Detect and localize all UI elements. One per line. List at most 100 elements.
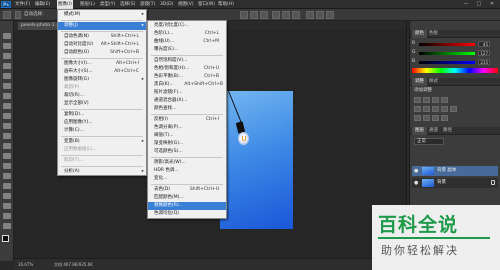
crop-tool-icon[interactable] (3, 73, 11, 79)
document-canvas[interactable] (220, 91, 293, 229)
color-ramp[interactable] (412, 68, 498, 73)
submenu-item-photo-filter[interactable]: 照片滤镜(F)... (148, 89, 226, 97)
path-select-tool-icon[interactable] (3, 193, 11, 199)
blur-tool-icon[interactable] (3, 153, 11, 159)
channel-value-input[interactable]: 215 (478, 59, 490, 65)
submenu-item-selective-color[interactable]: 可选颜色(S)... (148, 148, 226, 156)
dodge-tool-icon[interactable] (3, 163, 11, 169)
tab-swatches[interactable]: 色板 (426, 30, 441, 38)
blend-mode-select[interactable]: 正常 (414, 138, 444, 145)
submenu-item-gradient-map[interactable]: 渐变映射(G)... (148, 140, 226, 148)
submenu-item-equalize[interactable]: 色调均化(Q) (148, 210, 226, 218)
minimize-icon[interactable]: — (460, 0, 472, 9)
submenu-item-levels[interactable]: 色阶(L)... Ctrl+L (148, 30, 226, 38)
clone-stamp-tool-icon[interactable] (3, 113, 11, 119)
align-icon[interactable] (260, 11, 268, 19)
menu-item-calculations[interactable]: 计算(C)... (58, 127, 146, 135)
menu-3d[interactable]: 3D(D) (160, 0, 173, 9)
shape-tool-icon[interactable] (3, 203, 11, 209)
exposure-adjust-icon[interactable] (441, 97, 448, 103)
menu-item-variables[interactable]: 变量(B) ▸ (58, 138, 146, 146)
menu-type[interactable]: 类型(Y) (100, 0, 115, 9)
document-tab[interactable]: pexels-photo-1... (18, 22, 62, 30)
submenu-item-shadows-highlights[interactable]: 阴影/高光(W)... (148, 159, 226, 167)
menu-help[interactable]: 帮助(H) (218, 0, 234, 9)
tab-layers[interactable]: 图层 (412, 127, 427, 135)
checkbox-icon[interactable] (15, 11, 21, 19)
menu-item-image-rotation[interactable]: 图像旋转(G) ▸ (58, 76, 146, 84)
menu-item-image-size[interactable]: 图像大小(I)... Alt+Ctrl+I (58, 60, 146, 68)
history-brush-tool-icon[interactable] (3, 123, 11, 129)
distribute-icon[interactable] (272, 11, 280, 19)
close-icon[interactable]: ✕ (486, 0, 498, 9)
eye-icon[interactable]: ● (414, 180, 420, 186)
3d-mode-icon[interactable] (326, 11, 334, 19)
menu-item-canvas-size[interactable]: 画布大小(S)... Alt+Ctrl+C (58, 68, 146, 76)
channel-slider[interactable] (419, 43, 475, 46)
submenu-item-match-color[interactable]: 匹配颜色(M)... (148, 194, 226, 202)
type-tool-icon[interactable] (3, 183, 11, 189)
tab-paths[interactable]: 路径 (440, 127, 455, 135)
submenu-item-invert[interactable]: 反相(I) Ctrl+I (148, 116, 226, 124)
pen-tool-icon[interactable] (3, 173, 11, 179)
healing-brush-tool-icon[interactable] (3, 93, 11, 99)
gradient-map-adjust-icon[interactable] (441, 115, 448, 121)
menu-filter[interactable]: 滤镜(T) (140, 0, 155, 9)
menu-image[interactable]: 图像(I) (57, 0, 73, 9)
channel-slider[interactable] (419, 61, 475, 64)
submenu-item-hue-saturation[interactable]: 色相/饱和度(H)... Ctrl+U (148, 65, 226, 73)
menu-item-auto-contrast[interactable]: 自动对比度(U) Alt+Shift+Ctrl+L (58, 41, 146, 49)
channel-value-input[interactable]: 45 (478, 41, 490, 47)
lasso-tool-icon[interactable] (3, 53, 11, 59)
submenu-item-replace-color[interactable]: 替换颜色(R)... (148, 202, 226, 210)
menu-edit[interactable]: 编辑(E) (35, 0, 50, 9)
menu-item-auto-tone[interactable]: 自动色调(N) Shift+Ctrl+L (58, 33, 146, 41)
submenu-item-exposure[interactable]: 曝光度(E)... (148, 46, 226, 54)
menu-item-duplicate[interactable]: 复制(D)... (58, 111, 146, 119)
menu-window[interactable]: 窗口(W) (198, 0, 215, 9)
3d-mode-icon[interactable] (306, 11, 314, 19)
menu-view[interactable]: 视图(V) (178, 0, 194, 9)
threshold-adjust-icon[interactable] (432, 115, 439, 121)
maximize-icon[interactable]: □ (473, 0, 485, 9)
posterize-adjust-icon[interactable] (423, 115, 430, 121)
submenu-item-brightness-contrast[interactable]: 亮度/对比度(C)... (148, 22, 226, 30)
hand-tool-icon[interactable] (3, 213, 11, 219)
distribute-icon[interactable] (282, 11, 290, 19)
submenu-item-curves[interactable]: 曲线(U)... Ctrl+M (148, 38, 226, 46)
layer-row[interactable]: ● 背景 副本 (412, 166, 498, 176)
submenu-item-threshold[interactable]: 阈值(T)... (148, 132, 226, 140)
eyedropper-tool-icon[interactable] (3, 83, 11, 89)
menu-item-trim[interactable]: 裁切(R)... (58, 92, 146, 100)
submenu-item-hdr-toning[interactable]: HDR 色调... (148, 167, 226, 175)
curves-adjust-icon[interactable] (432, 97, 439, 103)
tab-color[interactable]: 颜色 (412, 30, 427, 38)
submenu-item-vibrance[interactable]: 自然饱和度(V)... (148, 57, 226, 65)
brightness-adjust-icon[interactable] (414, 97, 421, 103)
photo-filter-adjust-icon[interactable] (450, 106, 457, 112)
submenu-item-channel-mixer[interactable]: 通道混合器(X)... (148, 97, 226, 105)
gradient-tool-icon[interactable] (3, 143, 11, 149)
move-tool-icon[interactable] (3, 11, 11, 19)
foreground-color-swatch[interactable] (2, 235, 9, 242)
levels-adjust-icon[interactable] (423, 97, 430, 103)
eraser-tool-icon[interactable] (3, 133, 11, 139)
vibrance-adjust-icon[interactable] (414, 106, 421, 112)
align-icon[interactable] (250, 11, 258, 19)
menu-file[interactable]: 文件(F) (15, 0, 30, 9)
tab-channels[interactable]: 通道 (426, 127, 441, 135)
zoom-tool-icon[interactable] (3, 223, 11, 229)
channel-slider[interactable] (419, 52, 475, 55)
marquee-tool-icon[interactable] (3, 43, 11, 49)
menu-item-analysis[interactable]: 分析(A) ▸ (58, 168, 146, 176)
menu-item-reveal-all[interactable]: 显示全部(V) (58, 100, 146, 108)
align-icon[interactable] (240, 11, 248, 19)
channel-value-input[interactable]: 127 (478, 50, 490, 56)
layer-row[interactable]: ● 背景 (412, 178, 498, 188)
color-balance-adjust-icon[interactable] (432, 106, 439, 112)
submenu-item-color-lookup[interactable]: 颜色查找... (148, 105, 226, 113)
invert-adjust-icon[interactable] (414, 115, 421, 121)
move-tool-icon[interactable] (3, 33, 11, 39)
eye-icon[interactable]: ● (414, 168, 420, 174)
submenu-item-color-balance[interactable]: 色彩平衡(B)... Ctrl+B (148, 73, 226, 81)
